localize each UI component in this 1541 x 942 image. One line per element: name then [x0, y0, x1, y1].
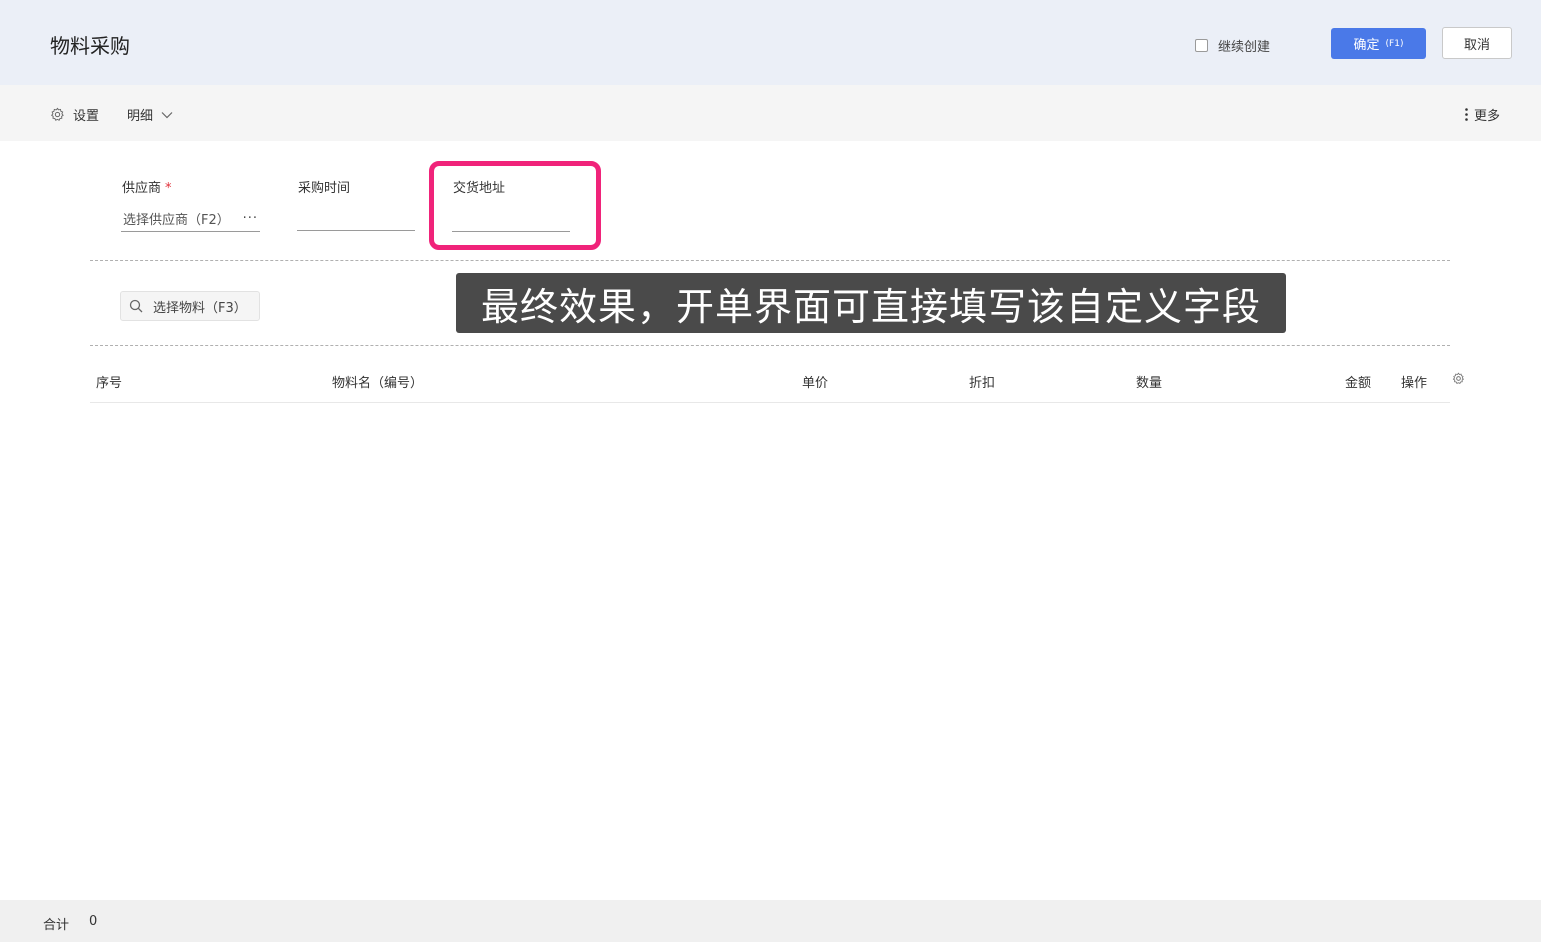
column-header-unit-price: 单价	[802, 376, 829, 391]
confirm-button[interactable]: 确定 (F1)	[1331, 28, 1426, 59]
more-vertical-icon	[1465, 108, 1468, 121]
column-header-actions: 操作	[1401, 376, 1428, 391]
required-mark: *	[165, 181, 172, 196]
column-settings-gear-icon[interactable]	[1452, 372, 1465, 385]
keep-creating-checkbox[interactable]	[1195, 39, 1208, 52]
confirm-shortcut-hint: (F1)	[1385, 38, 1404, 49]
highlight-box	[429, 161, 601, 250]
more-button[interactable]: 更多	[1465, 105, 1500, 124]
column-header-discount: 折扣	[969, 376, 996, 391]
page-title: 物料采购	[50, 34, 130, 58]
keep-creating-toggle[interactable]: 继续创建	[1195, 36, 1270, 55]
supplier-label-text: 供应商	[122, 181, 162, 196]
settings-label: 设置	[73, 109, 100, 124]
search-icon	[129, 299, 143, 313]
settings-button[interactable]: 设置	[50, 105, 99, 124]
material-search-placeholder: 选择物料（F3）	[153, 300, 247, 316]
gear-icon	[51, 107, 64, 121]
supplier-more-button[interactable]: ···	[243, 211, 258, 226]
section-divider	[90, 345, 1450, 346]
material-search-input[interactable]: 选择物料（F3）	[120, 291, 260, 321]
caption-overlay: 最终效果，开单界面可直接填写该自定义字段	[456, 273, 1286, 333]
page-header: 物料采购 继续创建 确定 (F1) 取消	[0, 0, 1541, 85]
cancel-button[interactable]: 取消	[1442, 27, 1512, 59]
supplier-field[interactable]: 选择供应商（F2） ···	[121, 206, 260, 232]
purchase-time-field[interactable]	[297, 205, 415, 231]
chevron-down-icon	[161, 111, 173, 118]
column-header-amount: 金额	[1345, 376, 1372, 391]
detail-label: 明细	[127, 109, 154, 124]
purchase-time-label: 采购时间	[298, 181, 351, 196]
footer-bar: 合计 0	[0, 900, 1541, 942]
table-header-divider	[90, 402, 1450, 403]
column-header-quantity: 数量	[1136, 376, 1163, 391]
column-header-material-name: 物料名（编号）	[332, 376, 424, 391]
more-label: 更多	[1474, 109, 1501, 124]
section-divider	[90, 260, 1450, 261]
keep-creating-label: 继续创建	[1218, 40, 1271, 55]
total-label: 合计	[43, 918, 70, 933]
column-header-index: 序号	[96, 376, 123, 391]
supplier-label: 供应商 *	[122, 177, 172, 196]
toolbar: 设置 明细 更多	[0, 85, 1541, 141]
total-value: 0	[89, 914, 98, 929]
confirm-button-label: 确定	[1353, 38, 1380, 53]
supplier-placeholder: 选择供应商（F2）	[123, 213, 230, 228]
detail-dropdown[interactable]: 明细	[127, 105, 173, 124]
